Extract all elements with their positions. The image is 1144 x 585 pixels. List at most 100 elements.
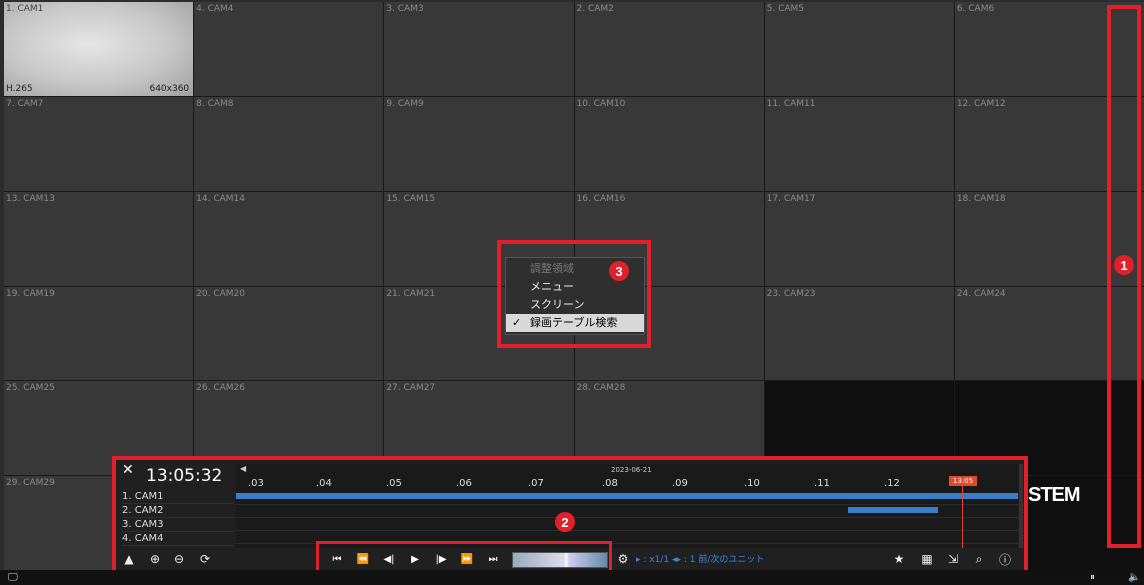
timeline[interactable]: ◀ 2023-06-21 .03 .04 .05 .06 .07 .08 .09…: [236, 464, 1018, 548]
camera-tile[interactable]: 2. CAM2: [574, 2, 764, 96]
search-doc-icon[interactable]: ⌕: [970, 550, 988, 568]
star-icon[interactable]: ★: [890, 550, 908, 568]
camera-label: 1. CAM1: [6, 4, 44, 14]
speed-slider[interactable]: [512, 552, 608, 568]
camera-tile[interactable]: 13. CAM13: [4, 191, 194, 286]
camera-tile[interactable]: 10. CAM10: [574, 96, 764, 191]
recording-bar-cam2[interactable]: [848, 507, 938, 513]
channel-item[interactable]: 3. CAM3: [122, 518, 234, 532]
camera-label: 11. CAM11: [766, 98, 816, 109]
camera-tile[interactable]: 3. CAM3: [384, 2, 574, 96]
camera-tile[interactable]: 14. CAM14: [194, 191, 384, 286]
timeline-tick: .12: [884, 478, 900, 489]
camera-label: 6. CAM6: [956, 4, 995, 14]
recording-bar-cam1[interactable]: [236, 493, 1018, 499]
info-icon[interactable]: ⓘ: [996, 550, 1014, 568]
timeline-left-icon[interactable]: ◀: [240, 464, 246, 473]
camera-tile[interactable]: 19. CAM19: [4, 286, 194, 381]
zoom-out-icon[interactable]: ⊖: [170, 550, 188, 568]
refresh-icon[interactable]: ⟳: [196, 550, 214, 568]
camera-label: 21. CAM21: [386, 288, 436, 299]
camera-label: 7. CAM7: [6, 98, 44, 109]
camera-tile[interactable]: 24. CAM24: [954, 286, 1144, 381]
camera-label: 27. CAM27: [386, 383, 436, 394]
camera-label: 10. CAM10: [576, 98, 626, 109]
fast-forward-icon[interactable]: ⏩: [458, 550, 476, 568]
camera-label: 4. CAM4: [196, 4, 234, 14]
camera-tile[interactable]: 23. CAM23: [764, 286, 954, 381]
timeline-tick: .09: [672, 478, 688, 489]
timeline-tick: .03: [248, 478, 264, 489]
camera-tile[interactable]: 1. CAM1 H.265 640x360: [4, 2, 194, 96]
annotation-badge-1: 1: [1114, 255, 1134, 275]
camera-label: 25. CAM25: [6, 383, 55, 394]
camera-label: 2. CAM2: [576, 4, 614, 14]
camera-label: 29. CAM29: [6, 478, 55, 489]
close-icon[interactable]: ✕: [122, 462, 134, 478]
brand-text: STEM: [1028, 484, 1081, 506]
timeline-date: 2023-06-21: [611, 466, 652, 474]
speed-unit-label: ▸ : x1/1 ◂▸ : 1 前/次のユニット: [636, 555, 765, 565]
export-icon[interactable]: ⇲: [944, 550, 962, 568]
annotation-badge-3: 3: [609, 261, 629, 281]
camera-tile[interactable]: 11. CAM11: [764, 96, 954, 191]
timeline-tick: .04: [316, 478, 332, 489]
channel-item[interactable]: 2. CAM2: [122, 504, 234, 518]
skip-end-icon[interactable]: ⏭: [484, 550, 502, 568]
camera-label: 19. CAM19: [6, 288, 55, 299]
screen-label: スクリーン: [530, 298, 585, 311]
camera-tile[interactable]: 12. CAM12: [954, 96, 1144, 191]
context-menu-item-screen[interactable]: スクリーン: [506, 296, 644, 314]
camera-tile[interactable]: 6. CAM6: [954, 2, 1144, 96]
play-icon[interactable]: ▶: [406, 550, 424, 568]
camera-label: 20. CAM20: [196, 288, 245, 299]
camera-label: 18. CAM18: [956, 193, 1006, 204]
camera-tile[interactable]: 5. CAM5: [764, 2, 954, 96]
channel-item[interactable]: 4. CAM4: [122, 532, 234, 546]
channel-item[interactable]: 1. CAM1: [122, 490, 234, 504]
volume-icon[interactable]: 🔈: [1128, 570, 1140, 585]
camera-label: 9. CAM9: [386, 98, 424, 109]
step-back-icon[interactable]: ◀|: [380, 550, 398, 568]
monitor-icon[interactable]: 🖵: [8, 570, 18, 585]
menu-label: メニュー: [530, 280, 574, 293]
annotation-badge-2: 2: [555, 512, 575, 532]
pause-icon[interactable]: ⏸: [1090, 570, 1095, 585]
camera-label: 12. CAM12: [956, 98, 1006, 109]
speed-value: x1/1: [649, 555, 670, 565]
camera-label: 5. CAM5: [766, 4, 805, 14]
gear-icon[interactable]: ⚙: [614, 550, 632, 568]
camera-tile[interactable]: 17. CAM17: [764, 191, 954, 286]
timeline-tick: .11: [814, 478, 830, 489]
camera-label: 16. CAM16: [576, 193, 626, 204]
timeline-scrollbar[interactable]: [1019, 464, 1023, 548]
step-forward-icon[interactable]: |▶: [432, 550, 450, 568]
camera-label: 15. CAM15: [386, 193, 436, 204]
camera-label: 13. CAM13: [6, 193, 55, 204]
taskbar: 🖵 ⏸ 🔈: [0, 570, 1144, 585]
timeline-cursor[interactable]: [962, 486, 963, 548]
checkmark-icon: ✓: [512, 316, 522, 329]
camera-tile[interactable]: 20. CAM20: [194, 286, 384, 381]
camera-tile[interactable]: 9. CAM9: [384, 96, 574, 191]
camera-label: 26. CAM26: [196, 383, 245, 394]
timeline-tick: .05: [386, 478, 402, 489]
camera-tile[interactable]: 7. CAM7: [4, 96, 194, 191]
camera-tile[interactable]: 8. CAM8: [194, 96, 384, 191]
context-menu-item-menu[interactable]: メニュー: [506, 278, 644, 296]
calendar-icon[interactable]: ▦: [918, 550, 936, 568]
timeline-cursor-label: 13:05: [949, 476, 977, 486]
context-menu-item-record-search[interactable]: ✓ 録画テーブル検索: [506, 314, 644, 332]
triangle-up-icon[interactable]: ▲: [120, 550, 138, 568]
timeline-tick: .08: [602, 478, 618, 489]
skip-start-icon[interactable]: ⏮: [328, 550, 346, 568]
camera-tile[interactable]: 4. CAM4: [194, 2, 384, 96]
camera-label: 17. CAM17: [766, 193, 816, 204]
playback-toolbar: ▲ ⊕ ⊖ ⟳ ⏮ ⏪ ◀| ▶ |▶ ⏩ ⏭ ⚙ ▸ : x1/1 ◂▸ : …: [116, 550, 1024, 568]
camera-label: 8. CAM8: [196, 98, 234, 109]
camera-label: 23. CAM23: [766, 288, 816, 299]
zoom-in-icon[interactable]: ⊕: [146, 550, 164, 568]
timeline-tick: .06: [456, 478, 472, 489]
record-search-label: 録画テーブル検索: [530, 316, 618, 329]
rewind-icon[interactable]: ⏪: [354, 550, 372, 568]
